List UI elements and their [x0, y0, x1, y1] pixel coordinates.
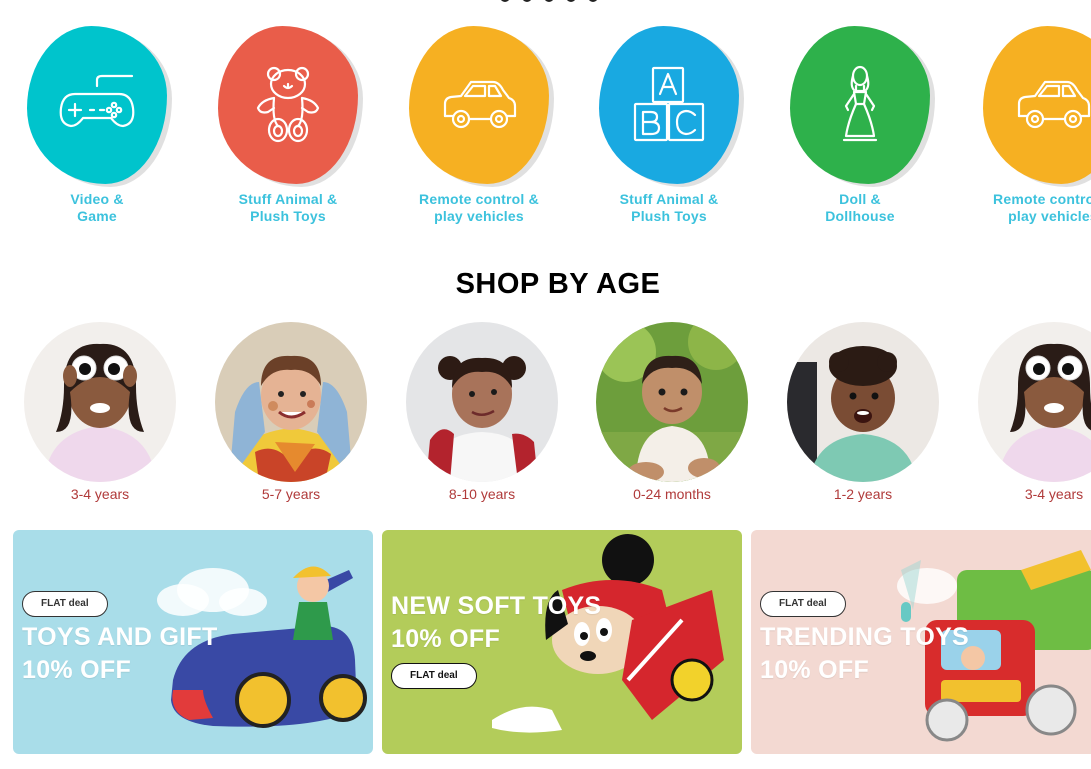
gamepad-icon	[59, 74, 135, 128]
doll-icon	[842, 65, 878, 142]
child-photo	[978, 322, 1091, 482]
category-blob[interactable]	[218, 26, 358, 184]
carousel-dots[interactable]	[500, 0, 598, 2]
flat-deal-badge[interactable]: FLAT deal	[22, 591, 108, 617]
abc-blocks-icon	[633, 66, 705, 142]
age-photo[interactable]	[24, 322, 176, 482]
category-row: Video & Game Stuff Animal & Plush Toys R…	[0, 26, 1091, 236]
age-label[interactable]: 3-4 years	[0, 486, 200, 502]
age-label[interactable]: 1-2 years	[763, 486, 963, 502]
car-icon	[443, 80, 517, 129]
category-blob[interactable]	[983, 26, 1091, 184]
banner-title: TOYS AND GIFT 10% OFF	[22, 623, 218, 684]
age-photo[interactable]	[978, 322, 1091, 482]
age-label[interactable]: 8-10 years	[382, 486, 582, 502]
child-photo	[24, 322, 176, 482]
category-blob[interactable]	[27, 26, 167, 184]
category-label[interactable]: Video & Game	[2, 191, 192, 225]
child-photo	[406, 322, 558, 482]
age-photo[interactable]	[406, 322, 558, 482]
child-photo	[787, 322, 939, 482]
category-blob[interactable]	[409, 26, 549, 184]
banner-title: NEW SOFT TOYS 10% OFF	[391, 592, 602, 653]
category-label[interactable]: Stuff Animal & Plush Toys	[574, 191, 764, 225]
category-label[interactable]: Remote control & play vehicles	[384, 191, 574, 225]
banner-title: TRENDING TOYS 10% OFF	[760, 623, 970, 684]
category-blob[interactable]	[790, 26, 930, 184]
banner-toys-and-gift[interactable]: FLAT deal TOYS AND GIFT 10% OFF	[13, 530, 373, 754]
section-title-shop-by-age: SHOP BY AGE	[455, 268, 661, 300]
age-label[interactable]: 5-7 years	[191, 486, 391, 502]
age-photo[interactable]	[596, 322, 748, 482]
category-label[interactable]: Doll & Dollhouse	[765, 191, 955, 225]
flat-deal-badge[interactable]: FLAT deal	[760, 591, 846, 617]
category-label[interactable]: Stuff Animal & Plush Toys	[193, 191, 383, 225]
teddy-bear-icon	[256, 66, 320, 143]
age-photo[interactable]	[215, 322, 367, 482]
age-label[interactable]: 0-24 months	[572, 486, 772, 502]
age-photo[interactable]	[787, 322, 939, 482]
flat-deal-button[interactable]: FLAT deal	[391, 663, 477, 689]
category-blob[interactable]	[599, 26, 739, 184]
baby-photo	[596, 322, 748, 482]
age-label[interactable]: 3-4 years	[954, 486, 1091, 502]
banner-trending-toys[interactable]: FLAT deal TRENDING TOYS 10% OFF	[751, 530, 1091, 754]
car-icon	[1017, 80, 1091, 129]
banner-new-soft-toys[interactable]: NEW SOFT TOYS 10% OFF FLAT deal	[382, 530, 742, 754]
category-label[interactable]: Remote control & play vehicles	[958, 191, 1091, 225]
child-photo	[215, 322, 367, 482]
